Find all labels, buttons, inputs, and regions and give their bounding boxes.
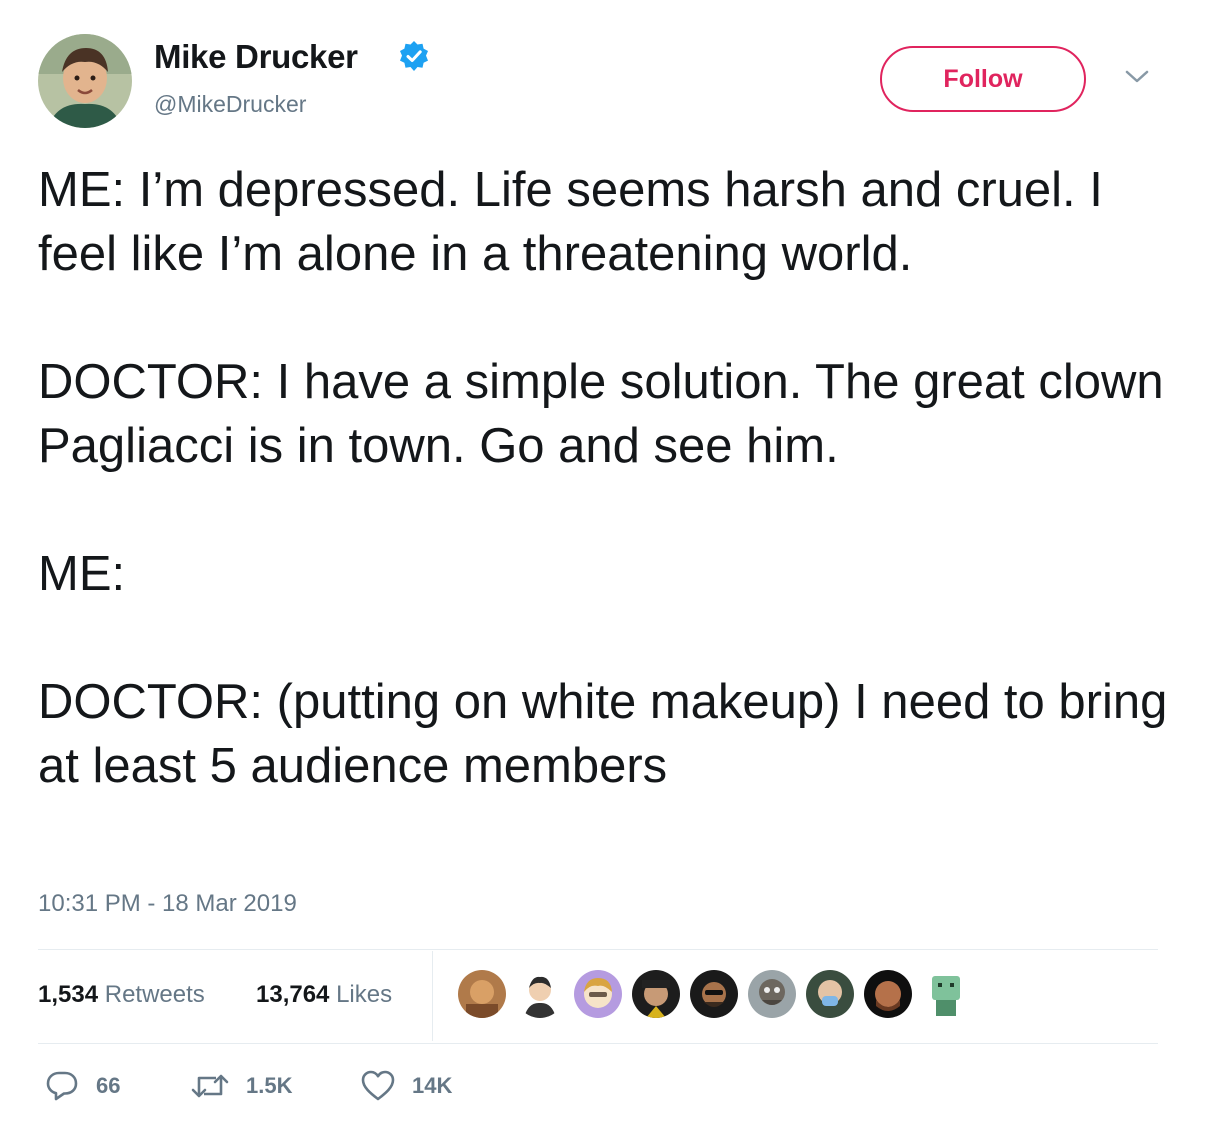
divider-top [38, 949, 1158, 950]
reply-icon [46, 1071, 78, 1101]
profile-photo-icon [38, 34, 132, 128]
likes-label: Likes [336, 981, 393, 1008]
liker-avatar[interactable] [864, 970, 912, 1018]
liker-avatar[interactable] [690, 970, 738, 1018]
retweets-count: 1,534 [38, 981, 99, 1008]
stats-divider [432, 951, 433, 1041]
divider-bottom [38, 1043, 1158, 1044]
liker-avatar[interactable] [458, 970, 506, 1018]
verified-badge-icon [400, 41, 428, 71]
follow-button[interactable]: Follow [880, 46, 1086, 112]
retweet-icon [191, 1074, 229, 1098]
liker-avatar[interactable] [806, 970, 854, 1018]
author-avatar[interactable] [38, 34, 132, 128]
retweet-count: 1.5K [246, 1073, 293, 1098]
retweets-label: Retweets [104, 981, 205, 1008]
heart-icon [361, 1070, 395, 1101]
likers-facepile [458, 970, 970, 1020]
liker-avatar[interactable] [516, 970, 564, 1018]
likes-count: 13,764 [256, 981, 330, 1008]
liker-avatar[interactable] [632, 970, 680, 1018]
like-button[interactable]: 14K [360, 1068, 452, 1104]
tweet-text: ME: I’m depressed. Life seems harsh and … [38, 163, 1168, 793]
author-handle[interactable]: @MikeDrucker [154, 91, 306, 118]
reply-count: 66 [96, 1073, 121, 1098]
liker-avatar[interactable] [574, 970, 622, 1018]
author-name[interactable]: Mike Drucker [154, 38, 358, 76]
retweet-button[interactable]: 1.5K [190, 1068, 292, 1104]
liker-avatar[interactable] [922, 970, 970, 1018]
liker-avatar[interactable] [748, 970, 796, 1018]
likes-stat[interactable]: 13,764 Likes [256, 981, 392, 1009]
reply-button[interactable]: 66 [44, 1068, 120, 1104]
retweets-stat[interactable]: 1,534 Retweets [38, 981, 205, 1009]
tweet-timestamp[interactable]: 10:31 PM - 18 Mar 2019 [38, 890, 297, 918]
chevron-down-icon[interactable] [1124, 68, 1150, 86]
like-count: 14K [412, 1073, 453, 1098]
